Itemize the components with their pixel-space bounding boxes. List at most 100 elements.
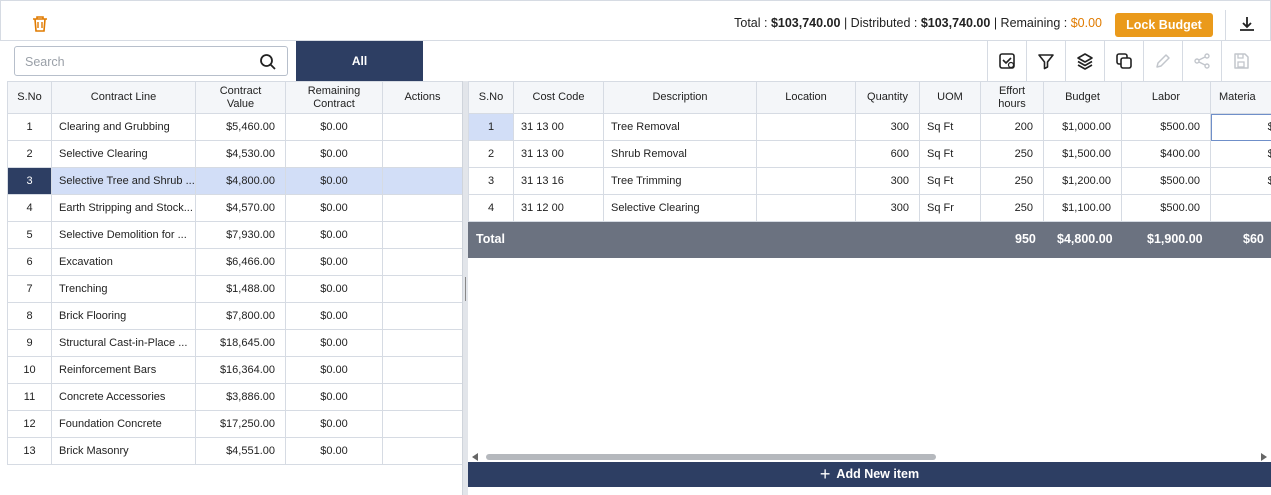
- add-new-item-button[interactable]: + Add New item: [468, 462, 1271, 487]
- row-material[interactable]: $: [1210, 194, 1271, 222]
- row-labor[interactable]: $500.00: [1121, 167, 1211, 195]
- row-labor[interactable]: $400.00: [1121, 140, 1211, 168]
- row-labor[interactable]: $500.00: [1121, 113, 1211, 141]
- search-icon[interactable]: [259, 53, 277, 71]
- row-uom[interactable]: Sq Fr: [919, 194, 981, 222]
- table-row[interactable]: 10 Reinforcement Bars $16,364.00 $0.00: [7, 356, 463, 384]
- row-effort-hours[interactable]: 250: [980, 167, 1044, 195]
- row-description[interactable]: Tree Trimming: [603, 167, 757, 195]
- scroll-right-arrow-icon[interactable]: [1261, 453, 1267, 461]
- resizer-grip[interactable]: [465, 277, 466, 301]
- download-button[interactable]: [1225, 10, 1265, 40]
- table-row[interactable]: 8 Brick Flooring $7,800.00 $0.00: [7, 302, 463, 330]
- row-actions[interactable]: [382, 221, 463, 249]
- table-row[interactable]: 9 Structural Cast-in-Place ... $18,645.00 $…: [7, 329, 463, 357]
- row-budget[interactable]: $1,500.00: [1043, 140, 1122, 168]
- row-actions[interactable]: [382, 437, 463, 465]
- row-location[interactable]: [756, 113, 856, 141]
- row-actions[interactable]: [382, 167, 463, 195]
- row-location[interactable]: [756, 194, 856, 222]
- table-row[interactable]: 5 Selective Demolition for ... $7,930.00 $0…: [7, 221, 463, 249]
- col-uom[interactable]: UOM: [919, 81, 981, 114]
- row-uom[interactable]: Sq Ft: [919, 140, 981, 168]
- row-actions[interactable]: [382, 356, 463, 384]
- row-budget[interactable]: $1,000.00: [1043, 113, 1122, 141]
- row-budget[interactable]: $1,200.00: [1043, 167, 1122, 195]
- table-row[interactable]: 12 Foundation Concrete $17,250.00 $0.00: [7, 410, 463, 438]
- row-actions[interactable]: [382, 248, 463, 276]
- row-cost-code[interactable]: 31 13 00: [513, 140, 604, 168]
- row-actions[interactable]: [382, 275, 463, 303]
- table-row[interactable]: 6 Excavation $6,466.00 $0.00: [7, 248, 463, 276]
- row-actions[interactable]: [382, 383, 463, 411]
- row-quantity[interactable]: 600: [855, 140, 920, 168]
- row-actions[interactable]: [382, 302, 463, 330]
- row-budget[interactable]: $1,100.00: [1043, 194, 1122, 222]
- table-row[interactable]: 3 31 13 16 Tree Trimming 300 Sq Ft 250 $1,200.…: [468, 167, 1271, 195]
- tab-all[interactable]: All: [296, 41, 423, 81]
- share-button[interactable]: [1183, 41, 1222, 81]
- table-row[interactable]: 7 Trenching $1,488.00 $0.00: [7, 275, 463, 303]
- scroll-left-arrow-icon[interactable]: [472, 453, 478, 461]
- table-row[interactable]: 4 31 12 00 Selective Clearing 300 Sq Fr 250 $1…: [468, 194, 1271, 222]
- row-location[interactable]: [756, 167, 856, 195]
- save-button[interactable]: [1222, 41, 1261, 81]
- col-actions[interactable]: Actions: [382, 81, 463, 114]
- row-cost-code[interactable]: 31 13 16: [513, 167, 604, 195]
- row-description[interactable]: Tree Removal: [603, 113, 757, 141]
- row-sno[interactable]: 4: [468, 194, 514, 222]
- col-contract-value[interactable]: Contract Value: [195, 81, 286, 114]
- col-location[interactable]: Location: [756, 81, 856, 114]
- row-actions[interactable]: [382, 140, 463, 168]
- copy-button[interactable]: [1105, 41, 1144, 81]
- row-actions[interactable]: [382, 329, 463, 357]
- col-sno[interactable]: S.No: [468, 81, 514, 114]
- col-contract-line[interactable]: Contract Line: [51, 81, 196, 114]
- row-material[interactable]: $20: [1210, 113, 1271, 141]
- col-budget[interactable]: Budget: [1043, 81, 1122, 114]
- row-sno[interactable]: 2: [468, 140, 514, 168]
- row-description[interactable]: Shrub Removal: [603, 140, 757, 168]
- row-quantity[interactable]: 300: [855, 194, 920, 222]
- col-quantity[interactable]: Quantity: [855, 81, 920, 114]
- col-cost-code[interactable]: Cost Code: [513, 81, 604, 114]
- row-uom[interactable]: Sq Ft: [919, 113, 981, 141]
- col-sno[interactable]: S.No: [7, 81, 52, 114]
- save-doc-button[interactable]: [988, 41, 1027, 81]
- lock-budget-button[interactable]: Lock Budget: [1115, 13, 1213, 37]
- row-description[interactable]: Selective Clearing: [603, 194, 757, 222]
- row-uom[interactable]: Sq Ft: [919, 167, 981, 195]
- row-actions[interactable]: [382, 113, 463, 141]
- scrollbar-thumb[interactable]: [486, 454, 936, 460]
- row-material[interactable]: $20: [1210, 167, 1271, 195]
- col-remaining-contract[interactable]: Remaining Contract: [285, 81, 383, 114]
- row-cost-code[interactable]: 31 13 00: [513, 113, 604, 141]
- table-row[interactable]: 2 Selective Clearing $4,530.00 $0.00: [7, 140, 463, 168]
- col-description[interactable]: Description: [603, 81, 757, 114]
- table-row[interactable]: 13 Brick Masonry $4,551.00 $0.00: [7, 437, 463, 465]
- row-location[interactable]: [756, 140, 856, 168]
- row-actions[interactable]: [382, 410, 463, 438]
- horizontal-scrollbar[interactable]: [470, 452, 1271, 462]
- col-labor[interactable]: Labor: [1121, 81, 1211, 114]
- col-material[interactable]: Materia: [1210, 81, 1271, 114]
- table-row[interactable]: 1 Clearing and Grubbing $5,460.00 $0.00: [7, 113, 463, 141]
- layers-button[interactable]: [1066, 41, 1105, 81]
- row-cost-code[interactable]: 31 12 00: [513, 194, 604, 222]
- edit-button[interactable]: [1144, 41, 1183, 81]
- row-sno[interactable]: 3: [468, 167, 514, 195]
- row-effort-hours[interactable]: 250: [980, 194, 1044, 222]
- table-row[interactable]: 11 Concrete Accessories $3,886.00 $0.00: [7, 383, 463, 411]
- row-labor[interactable]: $500.00: [1121, 194, 1211, 222]
- trash-icon[interactable]: [31, 15, 49, 33]
- search-input[interactable]: [25, 53, 255, 71]
- table-row[interactable]: 3 Selective Tree and Shrub ... $4,800.00 $0…: [7, 167, 463, 195]
- row-sno[interactable]: 1: [468, 113, 514, 141]
- row-actions[interactable]: [382, 194, 463, 222]
- row-material[interactable]: $20: [1210, 140, 1271, 168]
- table-row[interactable]: 2 31 13 00 Shrub Removal 600 Sq Ft 250 $1,500.…: [468, 140, 1271, 168]
- row-effort-hours[interactable]: 250: [980, 140, 1044, 168]
- table-row[interactable]: 4 Earth Stripping and Stock... $4,570.00 $0…: [7, 194, 463, 222]
- row-effort-hours[interactable]: 200: [980, 113, 1044, 141]
- row-quantity[interactable]: 300: [855, 167, 920, 195]
